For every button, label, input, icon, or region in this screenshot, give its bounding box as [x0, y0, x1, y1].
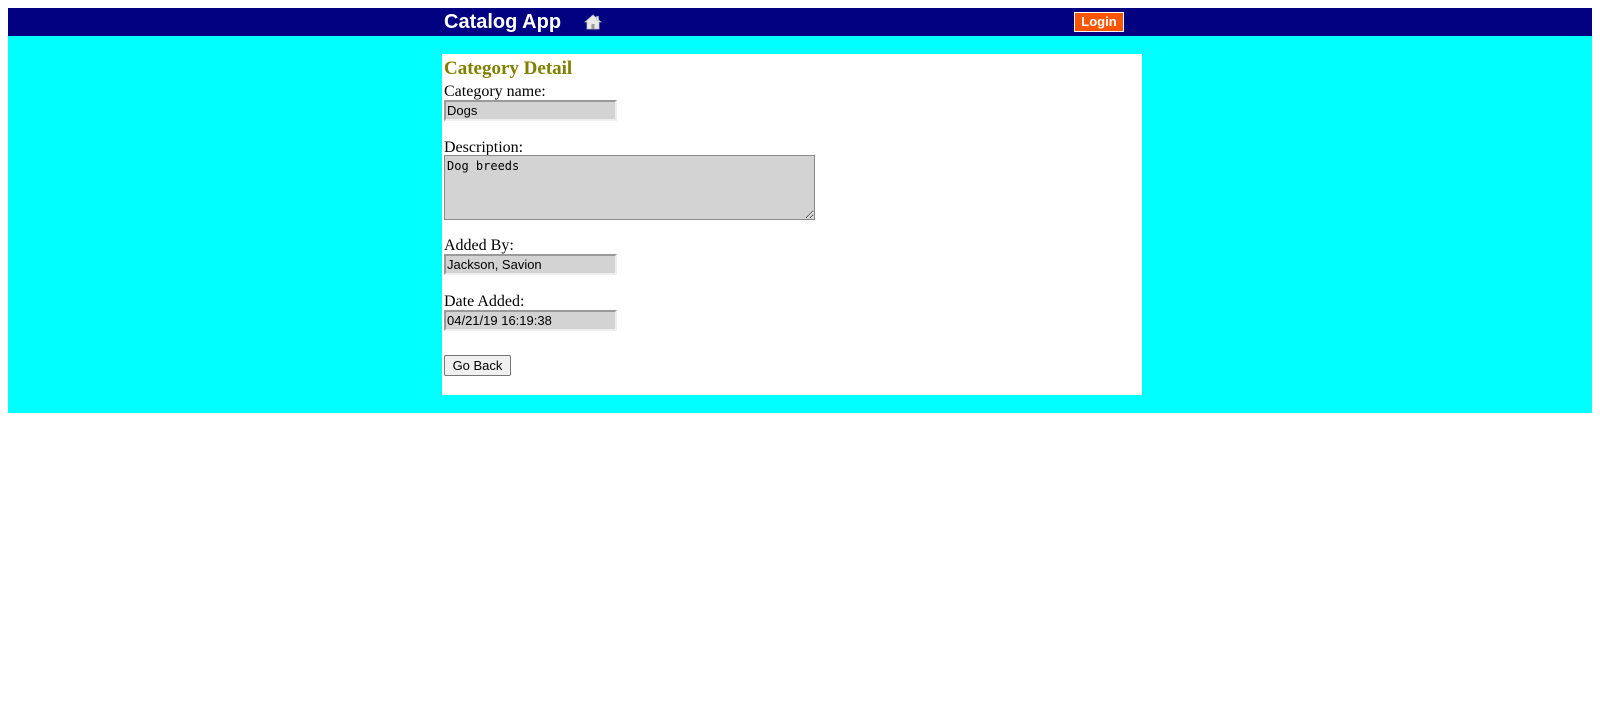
go-back-button[interactable]: Go Back	[444, 355, 511, 376]
home-icon[interactable]	[584, 13, 602, 31]
date-added-label: Date Added:	[444, 293, 525, 310]
category-name-label: Category name:	[444, 83, 546, 100]
added-by-field[interactable]	[444, 254, 617, 275]
category-detail-panel: Category Detail Category name: Descripti…	[442, 54, 1142, 395]
page-title: Category Detail	[444, 58, 573, 79]
added-by-label: Added By:	[444, 237, 514, 254]
category-name-field[interactable]	[444, 100, 617, 121]
date-added-field[interactable]	[444, 310, 617, 331]
app-title[interactable]: Catalog App	[444, 9, 561, 35]
login-button[interactable]: Login	[1074, 12, 1124, 32]
description-textarea[interactable]: Dog breeds	[444, 155, 815, 220]
top-navigation-bar: Catalog App Login	[8, 8, 1592, 36]
